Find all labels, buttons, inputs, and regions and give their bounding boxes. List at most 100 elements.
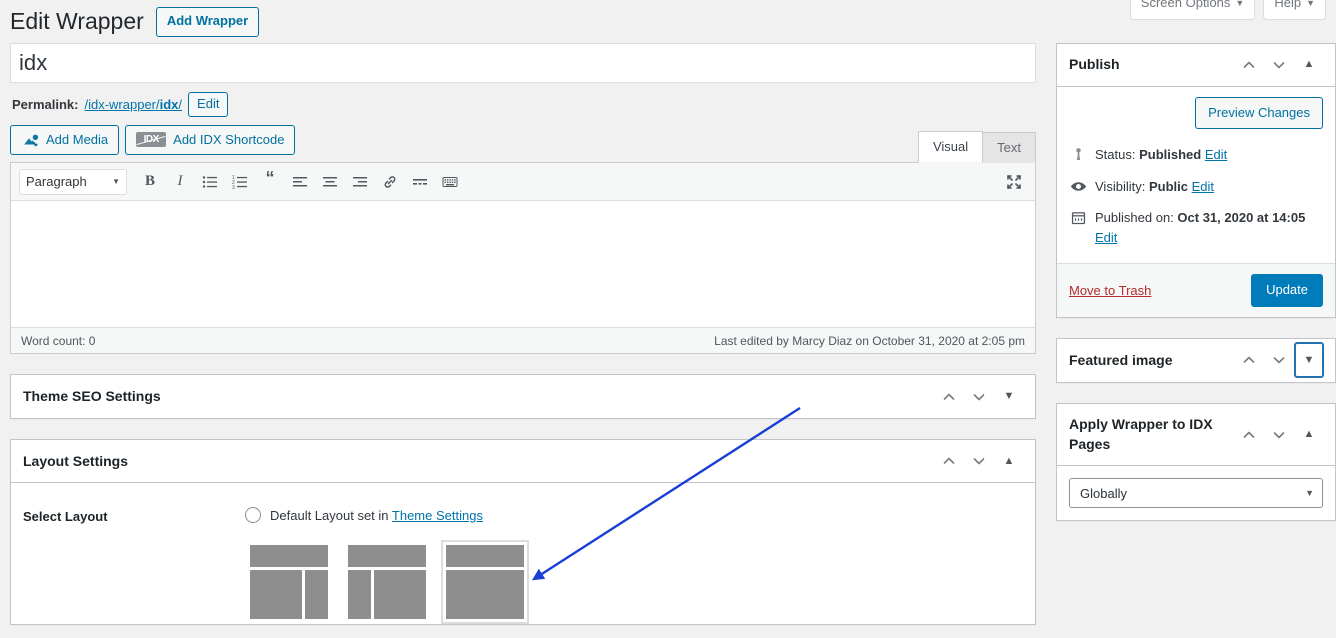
move-up-icon[interactable] — [1235, 418, 1263, 452]
move-down-icon[interactable] — [965, 380, 993, 414]
edit-visibility-link[interactable]: Edit — [1192, 179, 1214, 194]
tab-text[interactable]: Text — [982, 131, 1036, 164]
editor-toolbar: Paragraph ▼ B I 1 2 3 “ — [11, 163, 1035, 202]
add-media-icon — [21, 131, 39, 149]
bulleted-list-icon[interactable] — [197, 169, 223, 195]
theme-settings-link[interactable]: Theme Settings — [392, 508, 483, 523]
move-to-trash-link[interactable]: Move to Trash — [1069, 283, 1151, 298]
numbered-list-icon[interactable]: 1 2 3 — [227, 169, 253, 195]
default-layout-text: Default Layout set in — [270, 507, 392, 523]
post-body-sidebar: Publish ▲ Preview Changes Status: Publis… — [1056, 42, 1336, 522]
move-down-icon[interactable] — [1265, 343, 1293, 377]
toggle-panel-icon[interactable]: ▲ — [995, 444, 1023, 478]
post-body-main: Permalink: /idx-wrapper/idx/ Edit — [10, 42, 1036, 626]
permalink-label: Permalink: — [12, 96, 79, 112]
post-status-value: Published — [1139, 147, 1202, 163]
metabox-title: Theme SEO Settings — [23, 388, 161, 405]
metabox-theme-seo-settings: Theme SEO Settings ▼ — [10, 374, 1036, 420]
tab-visual[interactable]: Visual — [917, 130, 984, 164]
screen-options-button[interactable]: Screen Options ▼ — [1129, 0, 1256, 20]
toolbar-toggle-icon[interactable] — [437, 169, 463, 195]
minor-publishing-actions: Preview Changes — [1069, 96, 1323, 140]
triangle-up-icon: ▲ — [1303, 58, 1315, 71]
toggle-panel-icon[interactable]: ▼ — [1295, 343, 1323, 378]
move-down-icon[interactable] — [965, 444, 993, 478]
add-idx-shortcode-button[interactable]: IDX Add IDX Shortcode — [125, 124, 296, 156]
toggle-panel-icon[interactable]: ▲ — [1295, 48, 1323, 82]
add-media-button[interactable]: Add Media — [10, 124, 120, 156]
permalink-link[interactable]: /idx-wrapper/idx/ — [84, 97, 182, 112]
featured-image-title: Featured image — [1069, 351, 1173, 368]
move-up-icon[interactable] — [935, 380, 963, 414]
triangle-down-icon: ▼ — [1303, 353, 1315, 366]
toggle-panel-icon[interactable]: ▲ — [1295, 418, 1323, 452]
apply-wrapper-header[interactable]: Apply Wrapper to IDX Pages ▲ — [1057, 404, 1335, 467]
published-on-value: Oct 31, 2020 at 14:05 — [1177, 210, 1306, 226]
default-layout-label: Default Layout set in Theme Settings — [270, 508, 483, 523]
editor-status-bar: Word count: 0 Last edited by Marcy Diaz … — [11, 327, 1035, 354]
publish-box-controls: ▲ — [1235, 48, 1323, 82]
align-right-icon[interactable] — [347, 169, 373, 195]
toggle-panel-icon[interactable]: ▼ — [995, 380, 1023, 414]
edit-status-link[interactable]: Edit — [1205, 147, 1227, 162]
permalink-prefix: /idx-wrapper/ — [84, 96, 160, 112]
idx-logo-icon: IDX — [136, 132, 167, 148]
publish-box-header[interactable]: Publish ▲ — [1057, 44, 1335, 87]
post-visibility-line: Visibility: Public Edit — [1069, 171, 1323, 203]
metabox-header[interactable]: Layout Settings ▲ — [11, 440, 1035, 484]
help-button[interactable]: Help ▼ — [1263, 0, 1326, 20]
metabox-header[interactable]: Theme SEO Settings ▼ — [11, 375, 1035, 418]
update-button[interactable]: Update — [1251, 274, 1323, 307]
post-status-line: Status: Published Edit — [1069, 139, 1323, 171]
post-visibility-value: Public — [1148, 178, 1188, 194]
distraction-free-icon[interactable] — [1001, 169, 1027, 195]
metabox-layout-settings: Layout Settings ▲ Select Layout Default … — [10, 439, 1036, 626]
insert-link-icon[interactable] — [377, 169, 403, 195]
publish-box-title: Publish — [1069, 56, 1120, 73]
chevron-down-icon: ▼ — [112, 177, 120, 187]
default-layout-radio[interactable] — [245, 507, 261, 524]
paragraph-format-select[interactable]: Paragraph ▼ — [19, 168, 127, 195]
metabox-controls: ▲ — [935, 444, 1023, 478]
editor-toolbar-buttons: Paragraph ▼ B I 1 2 3 “ — [19, 168, 463, 195]
featured-image-header[interactable]: Featured image ▼ — [1057, 339, 1335, 382]
publish-box-body: Preview Changes Status: Published Edit V… — [1057, 87, 1335, 264]
help-label: Help — [1274, 0, 1302, 10]
featured-image-controls: ▼ — [1235, 343, 1323, 378]
editor-container: Paragraph ▼ B I 1 2 3 “ Word count: 0 La… — [10, 162, 1036, 355]
default-layout-option[interactable]: Default Layout set in Theme Settings — [245, 507, 1023, 524]
edit-published-on-link[interactable]: Edit — [1095, 230, 1117, 245]
apply-wrapper-box: Apply Wrapper to IDX Pages ▲ Globally ▼ — [1056, 402, 1336, 522]
bold-icon[interactable]: B — [137, 169, 163, 195]
move-down-icon[interactable] — [1265, 418, 1293, 452]
permalink-suffix: / — [178, 96, 183, 112]
italic-icon[interactable]: I — [167, 169, 193, 195]
post-title-input[interactable] — [10, 42, 1036, 83]
apply-wrapper-select[interactable]: Globally ▼ — [1069, 478, 1323, 509]
select-layout-label: Select Layout — [23, 509, 108, 525]
add-wrapper-button[interactable]: Add Wrapper — [155, 7, 260, 37]
blockquote-icon[interactable]: “ — [257, 169, 283, 195]
featured-image-box: Featured image ▼ — [1056, 337, 1336, 383]
editor-content-area[interactable] — [11, 201, 1035, 328]
move-up-icon[interactable] — [1235, 48, 1263, 82]
align-center-icon[interactable] — [317, 169, 343, 195]
align-left-icon[interactable] — [287, 169, 313, 195]
select-layout-row: Select Layout Default Layout set in Them… — [11, 483, 1035, 625]
post-status-pin-icon — [1069, 145, 1087, 163]
read-more-icon[interactable] — [407, 169, 433, 195]
move-up-icon[interactable] — [935, 444, 963, 478]
post-editor: Add Media IDX Add IDX Shortcode Visual T… — [10, 124, 1036, 355]
layout-thumb-full-width-content[interactable] — [441, 540, 529, 625]
calendar-icon — [1069, 208, 1087, 226]
move-up-icon[interactable] — [1235, 343, 1263, 377]
post-published-on-text: Published on: Oct 31, 2020 at 14:05 Edit — [1095, 208, 1323, 247]
idx-logo-text: IDX — [143, 134, 160, 146]
layout-thumb-content-sidebar[interactable] — [245, 540, 333, 625]
move-down-icon[interactable] — [1265, 48, 1293, 82]
word-count: Word count: 0 — [21, 333, 96, 348]
triangle-up-icon: ▲ — [1303, 428, 1315, 441]
layout-thumb-sidebar-content[interactable] — [343, 540, 431, 625]
preview-changes-button[interactable]: Preview Changes — [1195, 96, 1323, 130]
edit-permalink-button[interactable]: Edit — [188, 91, 229, 118]
